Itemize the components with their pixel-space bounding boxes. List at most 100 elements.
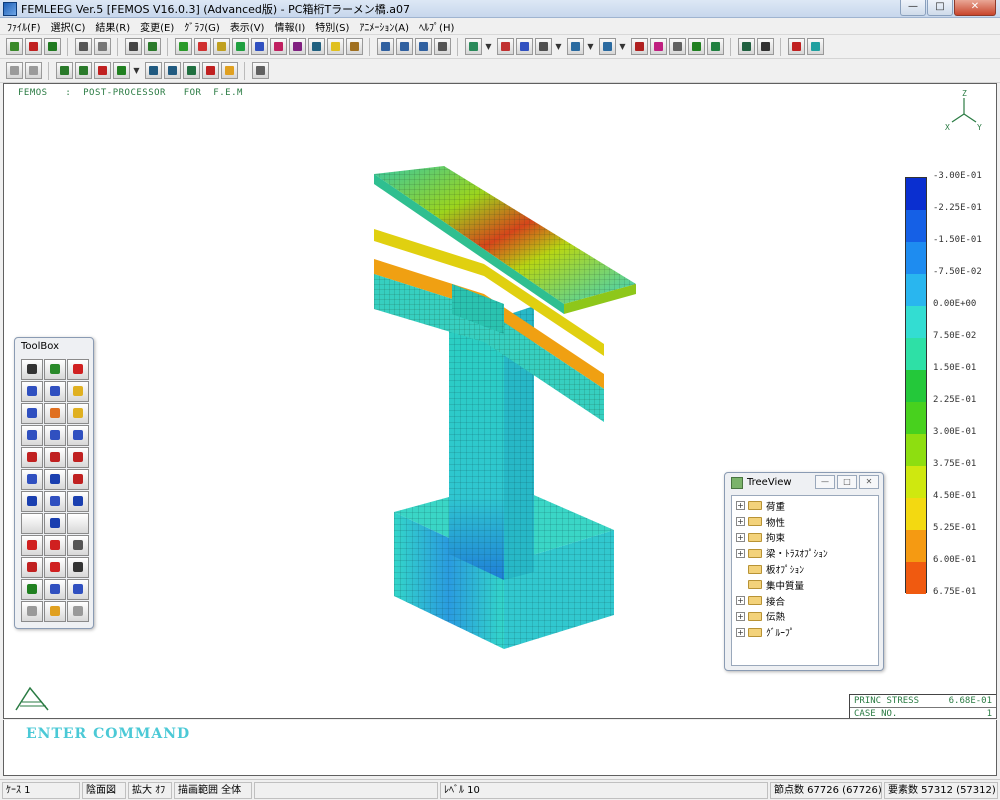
redo-icon[interactable] [25, 62, 42, 79]
deform-icon[interactable] [175, 38, 192, 55]
chevron-down-icon[interactable]: ▼ [586, 38, 595, 55]
chevron-down-icon[interactable]: ▼ [132, 62, 141, 79]
fit-icon[interactable] [688, 38, 705, 55]
truck-icon[interactable] [113, 62, 130, 79]
menu-view[interactable]: 表示(V) [225, 19, 270, 34]
printer-icon[interactable] [67, 557, 89, 578]
tree-item-plate-option[interactable]: 板ｵﾌﾟｼｮﾝ [732, 561, 878, 577]
model-icon[interactable] [25, 38, 42, 55]
expand-icon[interactable]: + [736, 501, 745, 511]
load-icon[interactable] [788, 38, 805, 55]
flag-icon[interactable] [21, 579, 43, 600]
frame-icon[interactable] [707, 38, 724, 55]
plus-minus-icon[interactable] [67, 469, 89, 490]
histogram-icon[interactable] [415, 38, 432, 55]
undo-icon[interactable] [6, 62, 23, 79]
print-icon[interactable] [125, 38, 142, 55]
measure-icon[interactable] [757, 38, 774, 55]
section-icon[interactable] [567, 38, 584, 55]
circle-icon[interactable] [327, 38, 344, 55]
car-icon[interactable] [56, 62, 73, 79]
vehicle-icon[interactable] [75, 62, 92, 79]
expand-icon[interactable]: + [736, 532, 745, 542]
pen-icon[interactable] [67, 579, 89, 600]
plane-icon[interactable] [599, 38, 616, 55]
command-area[interactable]: ENTER COMMAND [3, 720, 997, 776]
move-icon[interactable] [44, 535, 66, 556]
menu-file[interactable]: ﾌｧｲﾙ(F) [2, 19, 46, 34]
arrow-up-icon[interactable] [44, 469, 66, 490]
expand-icon[interactable]: + [736, 596, 745, 606]
menu-select[interactable]: 選択(C) [46, 19, 91, 34]
axis-icon[interactable] [183, 62, 200, 79]
treeview-close-button[interactable]: ✕ [859, 475, 879, 489]
spring-icon[interactable] [434, 38, 451, 55]
chevron-down-icon[interactable]: ▼ [618, 38, 627, 55]
cube-iso-icon[interactable] [21, 403, 43, 424]
view-icon[interactable] [465, 38, 482, 55]
view-yx-icon[interactable] [21, 425, 43, 446]
palette-icon[interactable] [221, 62, 238, 79]
tree-item-load[interactable]: + 荷重 [732, 498, 878, 514]
chevron-down-icon[interactable]: ▼ [484, 38, 493, 55]
export-icon[interactable] [144, 38, 161, 55]
arrow-left-icon[interactable] [21, 491, 43, 512]
arrow-icon[interactable] [270, 38, 287, 55]
chevron-down-icon[interactable]: ▼ [554, 38, 563, 55]
value-icon[interactable] [308, 38, 325, 55]
menu-graph[interactable]: ｸﾞﾗﾌ(G) [179, 19, 225, 34]
treeview-titlebar[interactable]: TreeView — □ ✕ [725, 473, 883, 493]
tree-item-lumped-mass[interactable]: 集中質量 [732, 577, 878, 593]
screen-icon[interactable] [738, 38, 755, 55]
mark-icon[interactable] [202, 62, 219, 79]
list-icon[interactable] [21, 557, 43, 578]
angle-icon[interactable] [346, 38, 363, 55]
rotate-free-icon[interactable] [21, 535, 43, 556]
maximize-button[interactable]: □ [927, 0, 953, 16]
cube-fill-icon[interactable] [44, 403, 66, 424]
tree-item-beam-truss-option[interactable]: + 梁・ﾄﾗｽｵﾌﾟｼｮﾝ [732, 545, 878, 561]
principal-icon[interactable] [289, 38, 306, 55]
view-zy-icon[interactable] [67, 425, 89, 446]
menu-help[interactable]: ﾍﾙﾌﾟ(H) [414, 19, 459, 34]
fill-icon[interactable] [213, 38, 230, 55]
zoom-icon[interactable] [669, 38, 686, 55]
treeview-panel[interactable]: TreeView — □ ✕ + 荷重 + 物性 + 拘束 + 梁・ﾄﾗｽｵﾌﾟ… [724, 472, 884, 671]
treeview-restore-button[interactable]: □ [837, 475, 857, 489]
play-icon[interactable] [44, 557, 66, 578]
select-node-icon[interactable] [497, 38, 514, 55]
tree-item-group[interactable]: + ｸﾞﾙｰﾌﾟ [732, 624, 878, 640]
menu-result[interactable]: 結果(R) [90, 19, 135, 34]
axis-rotate-icon[interactable] [21, 469, 43, 490]
layer-icon[interactable] [75, 38, 92, 55]
redo-view-icon[interactable] [67, 601, 89, 622]
group-icon[interactable] [44, 359, 66, 380]
tree-item-constraint[interactable]: + 拘束 [732, 530, 878, 546]
chart-icon[interactable] [377, 38, 394, 55]
color-palette-icon[interactable] [44, 601, 66, 622]
stack-icon[interactable] [94, 38, 111, 55]
hatch-icon[interactable] [44, 579, 66, 600]
cube-solid-icon[interactable] [67, 403, 89, 424]
close-button[interactable]: ✕ [954, 0, 996, 16]
minimize-button[interactable]: — [900, 0, 926, 16]
arrow-right-icon[interactable] [67, 491, 89, 512]
expand-icon[interactable]: + [736, 548, 745, 558]
tree-item-joint[interactable]: + 接合 [732, 593, 878, 609]
pan-icon[interactable] [164, 62, 181, 79]
support-icon[interactable] [807, 38, 824, 55]
menu-animation[interactable]: ｱﾆﾒｰｼｮﾝ(A) [354, 19, 414, 34]
toolbox-panel[interactable]: ToolBox [14, 337, 94, 629]
menu-edit[interactable]: 変更(E) [135, 19, 179, 34]
menu-info[interactable]: 情報(I) [269, 19, 310, 34]
cube-side-icon[interactable] [44, 381, 66, 402]
cube-top-icon[interactable] [67, 381, 89, 402]
expand-icon[interactable]: + [736, 517, 745, 527]
rotate-x-icon[interactable] [21, 447, 43, 468]
wave-icon[interactable] [396, 38, 413, 55]
check-icon[interactable] [67, 359, 89, 380]
bridge-icon[interactable] [94, 62, 111, 79]
undo-view-icon[interactable] [21, 601, 43, 622]
axes-center-icon[interactable] [44, 491, 66, 512]
arrow-down-icon[interactable] [44, 513, 66, 534]
